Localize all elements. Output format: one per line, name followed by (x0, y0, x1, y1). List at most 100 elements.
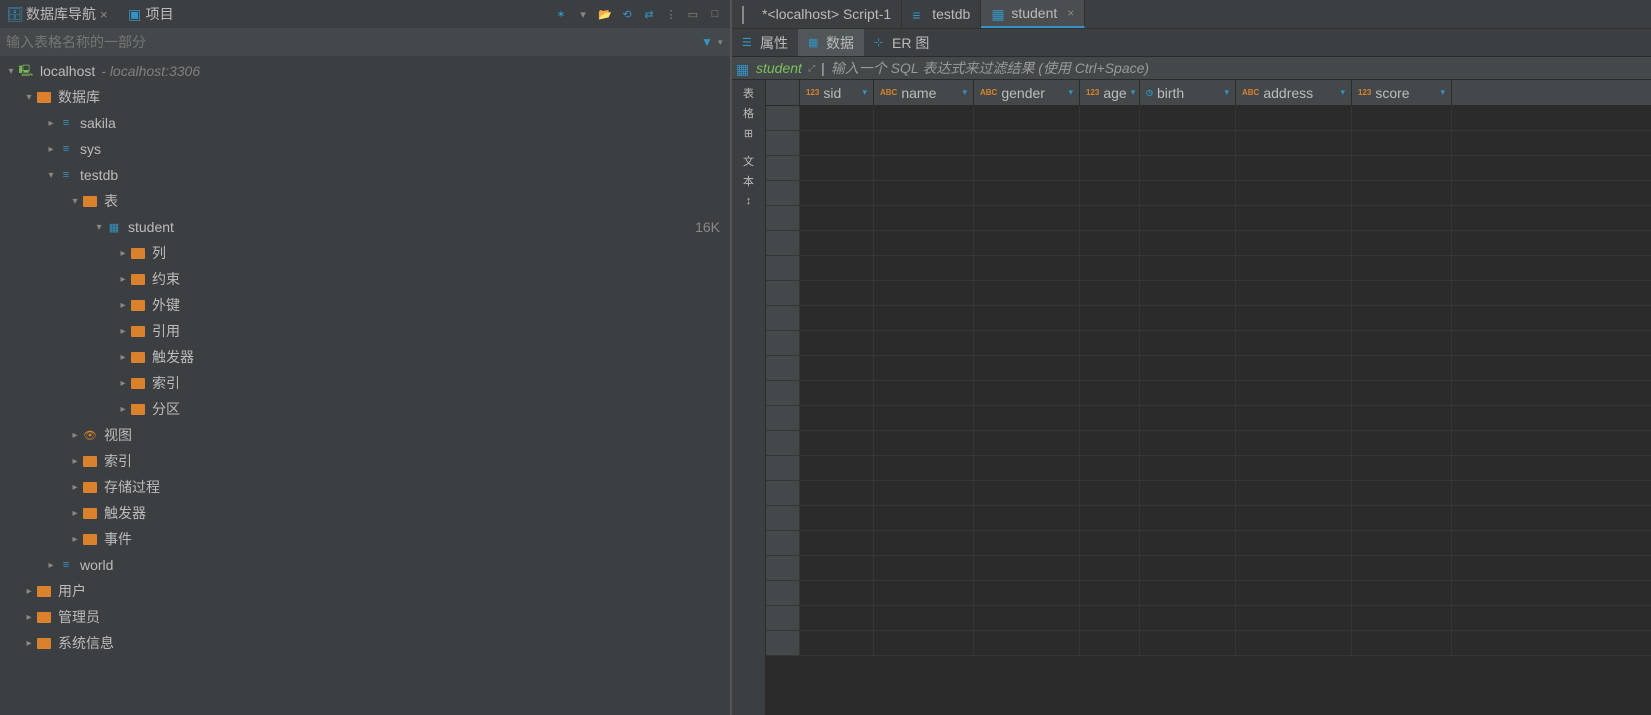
cell[interactable] (1140, 231, 1236, 255)
cell[interactable] (1352, 431, 1452, 455)
table-row[interactable] (766, 281, 1651, 306)
tree-table-child[interactable]: 约束 (0, 266, 730, 292)
table-row[interactable] (766, 156, 1651, 181)
editor-tab-student[interactable]: ▦ student × (981, 0, 1085, 28)
expand-icon[interactable] (44, 118, 58, 129)
funnel-icon[interactable]: ▼ (696, 31, 718, 53)
cell[interactable] (1080, 231, 1140, 255)
cell[interactable] (1080, 281, 1140, 305)
cell[interactable] (1080, 456, 1140, 480)
cell[interactable] (874, 181, 974, 205)
cell[interactable] (1236, 256, 1352, 280)
cell[interactable] (874, 606, 974, 630)
cell[interactable] (1236, 456, 1352, 480)
cell[interactable] (1140, 206, 1236, 230)
cell[interactable] (874, 556, 974, 580)
cell[interactable] (1236, 231, 1352, 255)
cell[interactable] (800, 581, 874, 605)
tree-db-group[interactable]: 数据库 (0, 84, 730, 110)
cell[interactable] (874, 306, 974, 330)
cell[interactable] (1140, 506, 1236, 530)
cell[interactable] (874, 131, 974, 155)
cell[interactable] (1140, 431, 1236, 455)
cell[interactable] (1352, 156, 1452, 180)
cell[interactable] (1352, 381, 1452, 405)
cell[interactable] (800, 131, 874, 155)
cell[interactable] (974, 181, 1080, 205)
gutter-table-icon[interactable]: 表 (740, 84, 758, 102)
tree-table-child[interactable]: 触发器 (0, 344, 730, 370)
cell[interactable] (1080, 181, 1140, 205)
expand-icon[interactable] (116, 274, 130, 285)
cell[interactable] (1080, 581, 1140, 605)
table-row[interactable] (766, 431, 1651, 456)
column-header-age[interactable]: 123age▾ (1080, 80, 1140, 105)
cell[interactable] (1236, 506, 1352, 530)
cell[interactable] (1236, 306, 1352, 330)
column-header-address[interactable]: ABCaddress▾ (1236, 80, 1352, 105)
cell[interactable] (800, 456, 874, 480)
cell[interactable] (800, 481, 874, 505)
expand-icon[interactable] (116, 404, 130, 415)
expand-icon[interactable] (92, 222, 106, 233)
sub-tab-er[interactable]: ⊹ ER 图 (864, 29, 939, 56)
cell[interactable] (1236, 406, 1352, 430)
cell[interactable] (1352, 306, 1452, 330)
cell[interactable] (1080, 306, 1140, 330)
cell[interactable] (1236, 156, 1352, 180)
tree-table-child[interactable]: 分区 (0, 396, 730, 422)
tab-projects[interactable]: ▣ 项目 (120, 0, 182, 28)
expand-icon[interactable]: ⤢ (808, 63, 815, 74)
expand-icon[interactable] (22, 638, 36, 649)
cell[interactable] (1352, 456, 1452, 480)
gutter-text-icon[interactable]: 文 (740, 152, 758, 170)
cell[interactable] (1140, 406, 1236, 430)
cell[interactable] (1080, 256, 1140, 280)
cell[interactable] (874, 381, 974, 405)
expand-icon[interactable] (4, 66, 18, 77)
tree-table-child[interactable]: 索引 (0, 370, 730, 396)
table-row[interactable] (766, 231, 1651, 256)
cell[interactable] (800, 306, 874, 330)
tree-table-student[interactable]: ▦ student 16K (0, 214, 730, 240)
tree-top-folder[interactable]: 用户 (0, 578, 730, 604)
tree-schema-sys[interactable]: ≡ sys (0, 136, 730, 162)
cell[interactable] (874, 531, 974, 555)
cell[interactable] (1352, 631, 1452, 655)
tree-schema-sakila[interactable]: ≡ sakila (0, 110, 730, 136)
cell[interactable] (1236, 131, 1352, 155)
tree-host[interactable]: 🖳 localhost - localhost:3306 (0, 58, 730, 84)
cell[interactable] (974, 331, 1080, 355)
cell[interactable] (1080, 381, 1140, 405)
cell[interactable] (1140, 606, 1236, 630)
cell[interactable] (974, 356, 1080, 380)
refresh-icon[interactable]: ⟲ (618, 5, 636, 23)
cell[interactable] (874, 406, 974, 430)
cell[interactable] (1080, 106, 1140, 130)
tree-folder[interactable]: 👁视图 (0, 422, 730, 448)
cell[interactable] (1080, 131, 1140, 155)
expand-icon[interactable] (68, 482, 82, 493)
gutter-record-icon[interactable]: 本 (740, 172, 758, 190)
expand-icon[interactable] (44, 144, 58, 155)
cell[interactable] (1352, 506, 1452, 530)
cell[interactable] (800, 606, 874, 630)
cell[interactable] (1352, 231, 1452, 255)
cell[interactable] (1080, 406, 1140, 430)
cell[interactable] (1080, 556, 1140, 580)
expand-icon[interactable] (116, 352, 130, 363)
tree-folder[interactable]: 索引 (0, 448, 730, 474)
table-row[interactable] (766, 356, 1651, 381)
cell[interactable] (974, 531, 1080, 555)
table-row[interactable] (766, 606, 1651, 631)
table-row[interactable] (766, 556, 1651, 581)
open-folder-icon[interactable]: 📂 (596, 5, 614, 23)
cell[interactable] (974, 306, 1080, 330)
cell[interactable] (974, 631, 1080, 655)
cell[interactable] (800, 206, 874, 230)
cell[interactable] (1236, 356, 1352, 380)
cell[interactable] (1236, 331, 1352, 355)
cell[interactable] (1236, 531, 1352, 555)
table-name-filter-input[interactable] (0, 34, 696, 50)
cell[interactable] (974, 206, 1080, 230)
